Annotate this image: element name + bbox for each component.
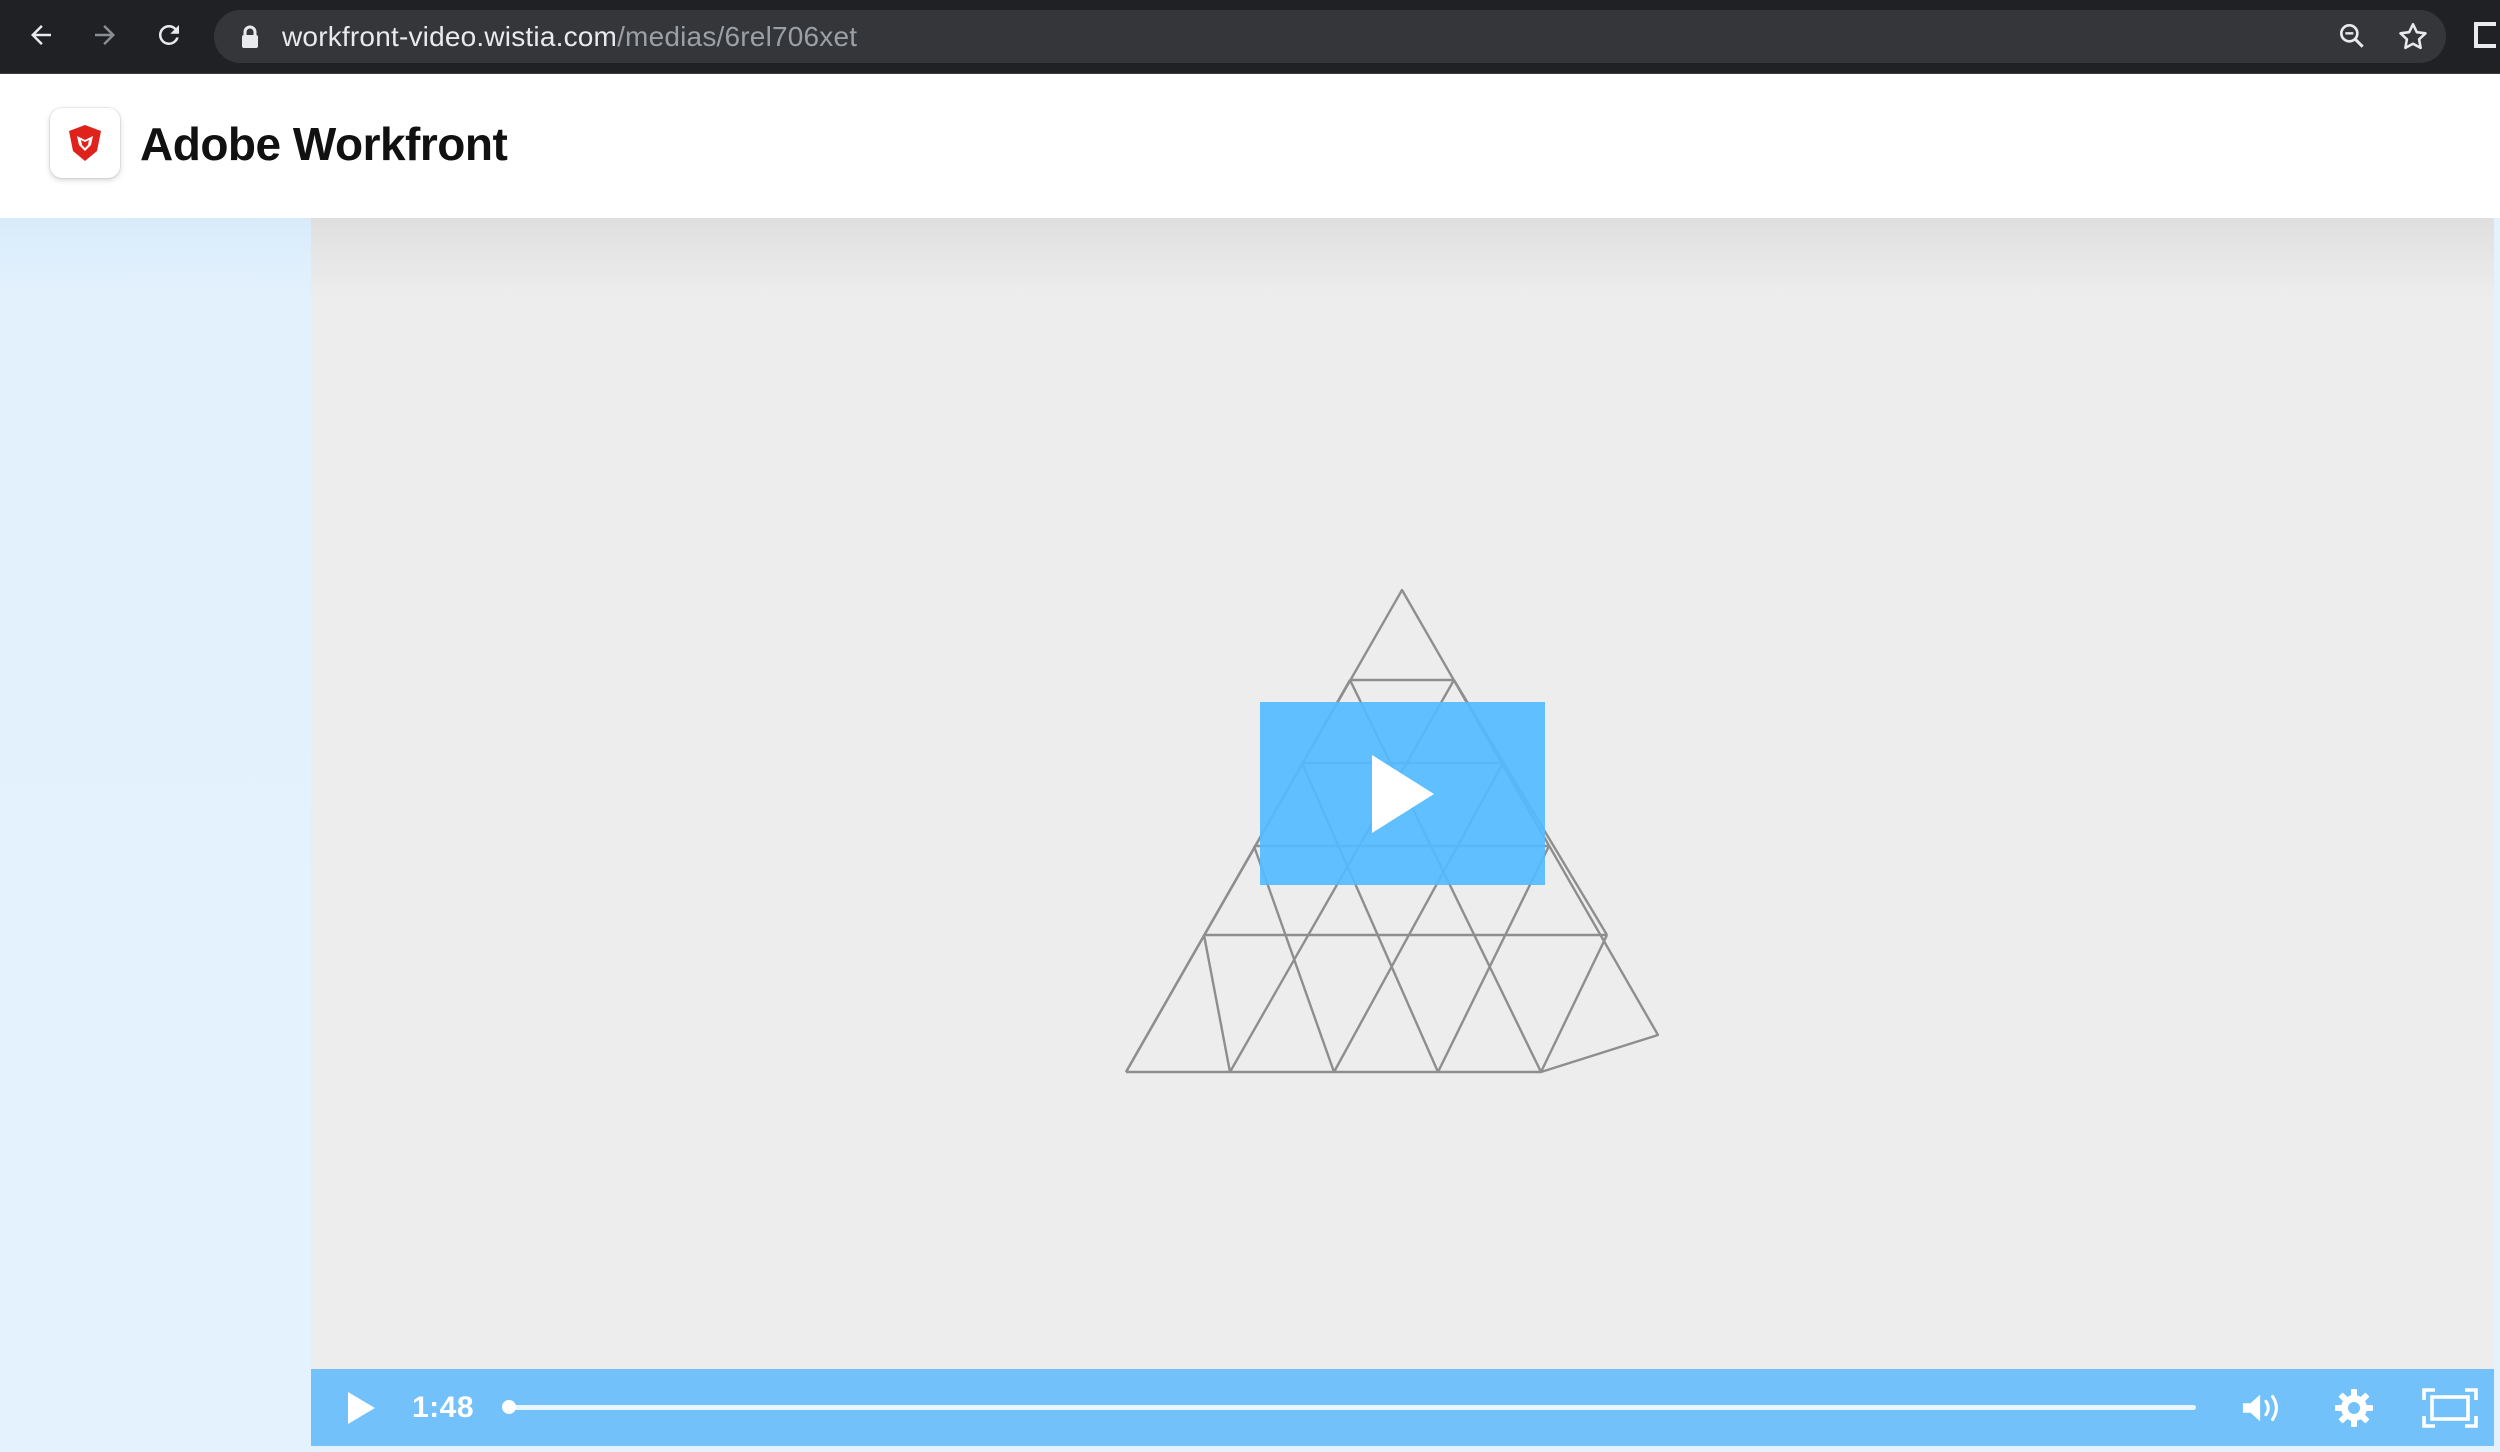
site-header: Adobe Workfront bbox=[0, 74, 2500, 218]
fullscreen-icon bbox=[2422, 1388, 2478, 1428]
play-icon bbox=[348, 1392, 375, 1424]
gear-icon bbox=[2335, 1389, 2373, 1427]
progress-handle[interactable] bbox=[502, 1400, 516, 1414]
volume-icon bbox=[2242, 1394, 2278, 1422]
logo[interactable] bbox=[50, 108, 120, 178]
play-icon bbox=[1371, 754, 1434, 833]
url-text: workfront-video.wistia.com/medias/6rel70… bbox=[282, 10, 857, 63]
back-button[interactable] bbox=[18, 12, 64, 58]
browser-toolbar: workfront-video.wistia.com/medias/6rel70… bbox=[0, 0, 2500, 74]
volume-button[interactable] bbox=[2241, 1387, 2285, 1429]
video-player[interactable] bbox=[311, 218, 2494, 1369]
right-side-panel bbox=[2494, 218, 2500, 1452]
url-host: workfront-video.wistia.com bbox=[282, 21, 618, 52]
zoom-icon[interactable] bbox=[2336, 20, 2368, 52]
forward-arrow-icon bbox=[95, 25, 115, 45]
reload-icon bbox=[158, 24, 179, 45]
star-icon[interactable] bbox=[2396, 20, 2430, 54]
forward-button[interactable] bbox=[82, 12, 128, 58]
workfront-logo-icon bbox=[69, 125, 101, 161]
time-display: 1:48 bbox=[412, 1391, 475, 1424]
brand-name[interactable]: Adobe Workfront bbox=[140, 112, 508, 176]
control-play-button[interactable] bbox=[341, 1389, 381, 1427]
url-path: /medias/6rel706xet bbox=[617, 21, 858, 52]
player-control-bar: 1:48 bbox=[311, 1369, 2494, 1446]
left-side-panel bbox=[0, 218, 311, 1452]
address-bar[interactable]: workfront-video.wistia.com/medias/6rel70… bbox=[214, 10, 2446, 63]
progress-bar[interactable] bbox=[502, 1400, 2196, 1414]
below-player-strip bbox=[311, 1446, 2494, 1452]
fullscreen-button[interactable] bbox=[2420, 1387, 2480, 1429]
extension-icon[interactable] bbox=[2474, 22, 2496, 48]
big-play-button[interactable] bbox=[1260, 702, 1545, 885]
lock-icon bbox=[242, 25, 258, 48]
back-arrow-icon bbox=[31, 25, 51, 45]
settings-button[interactable] bbox=[2332, 1387, 2376, 1429]
reload-button[interactable] bbox=[146, 12, 192, 58]
